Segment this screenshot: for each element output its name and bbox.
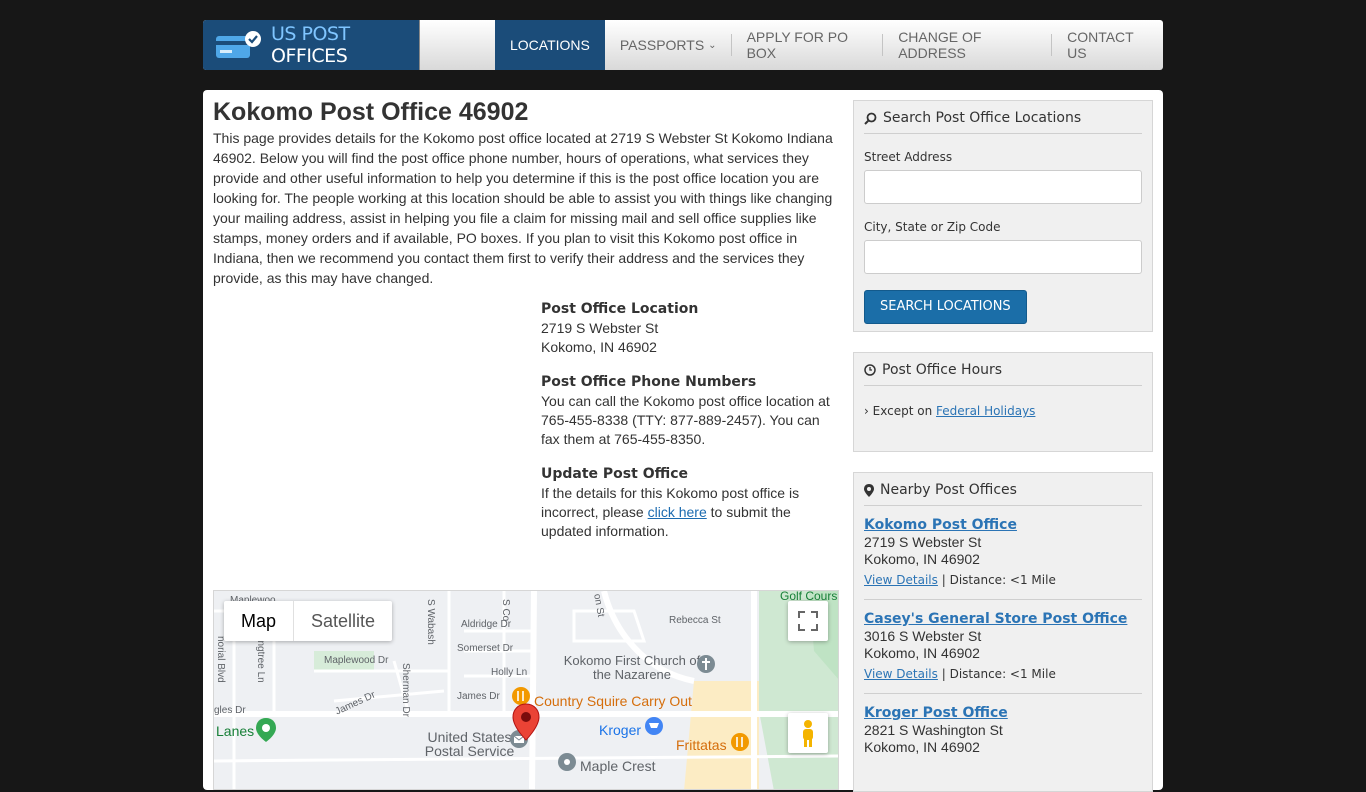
map-label-holly: Holly Ln (491, 667, 528, 678)
location-block: Post Office Location 2719 S Webster St K… (541, 300, 841, 357)
search-locations-button[interactable]: SEARCH LOCATIONS (864, 290, 1027, 324)
nearby-item-street: 2719 S Webster St (864, 534, 982, 550)
map-poi-church[interactable]: Kokomo First Church of the Nazarene (562, 654, 702, 682)
map-poi-kroger[interactable]: Kroger (599, 722, 641, 738)
nearby-item: Kokomo Post Office 2719 S Webster St Kok… (864, 506, 1142, 600)
google-map[interactable]: Maplewoo S Wabash S Co Aldridge Dr Somer… (213, 590, 839, 790)
map-poi-maple-crest[interactable]: Maple Crest (580, 758, 655, 774)
nearby-item-name[interactable]: Casey's General Store Post Office (864, 611, 1127, 627)
update-text: If the details for this Kokomo post offi… (541, 485, 800, 539)
update-block: Update Post Office If the details for th… (541, 465, 841, 541)
map-label-james-2: James Dr (457, 691, 500, 702)
hours-row: › Except on Federal Holidays (864, 404, 1036, 418)
nearby-item: Kroger Post Office 2821 S Washington St … (864, 694, 1142, 766)
nearby-widget-title: Nearby Post Offices (864, 473, 1142, 506)
post-office-info: Post Office Location 2719 S Webster St K… (541, 300, 841, 557)
nav-apply-po-box[interactable]: APPLY FOR PO BOX (732, 20, 884, 70)
map-poi-lanes[interactable]: Lanes (216, 723, 254, 739)
main-nav: LOCATIONS PASSPORTS ⌄ APPLY FOR PO BOX CH… (495, 20, 1163, 70)
nearby-item-street: 2821 S Washington St (864, 722, 1003, 738)
location-heading: Post Office Location (541, 301, 699, 317)
pegman-icon (803, 720, 813, 747)
update-heading: Update Post Office (541, 466, 689, 482)
nav-change-of-address[interactable]: CHANGE OF ADDRESS (883, 20, 1053, 70)
map-label-aldridge: Aldridge Dr (461, 619, 512, 630)
nearby-item: Casey's General Store Post Office 3016 S… (864, 600, 1142, 694)
map-label-wabash: S Wabash (425, 599, 436, 645)
map-type-control: Map Satellite (224, 601, 393, 641)
site-header: US POST OFFICES LOCATIONS PASSPORTS ⌄ APP… (203, 20, 1163, 70)
nearby-item-city: Kokomo, IN 46902 (864, 739, 980, 755)
intro-paragraph: This page provides details for the Kokom… (213, 130, 833, 286)
map-label-gles: gles Dr (214, 705, 246, 716)
nearby-item-distance: Distance: <1 Mile (949, 667, 1056, 681)
site-logo[interactable]: US POST OFFICES (203, 20, 420, 70)
credit-card-check-icon (215, 30, 261, 60)
click-here-link[interactable]: click here (648, 504, 707, 520)
page-title: Kokomo Post Office 46902 (213, 98, 529, 126)
map-marker-icon (864, 483, 874, 497)
location-city: Kokomo, IN 46902 (541, 339, 657, 355)
map-tab[interactable]: Map (224, 601, 295, 641)
search-icon (864, 112, 877, 125)
nearby-item-meta: View Details | Distance: <1 Mile (864, 667, 1056, 681)
map-label-rebecca: Rebecca St (669, 615, 721, 626)
nearby-item-name[interactable]: Kokomo Post Office (864, 517, 1017, 533)
search-widget: Search Post Office Locations Street Addr… (853, 100, 1153, 332)
logo-text: US POST OFFICES (271, 23, 350, 67)
clock-icon (864, 364, 876, 376)
nav-locations[interactable]: LOCATIONS (495, 20, 605, 70)
chevron-down-icon: ⌄ (708, 39, 717, 51)
chevron-right-icon: › (864, 404, 869, 418)
map-label-sherman: Sherman Dr (400, 663, 411, 717)
hours-widget-title: Post Office Hours (864, 353, 1142, 386)
nearby-widget: Nearby Post Offices Kokomo Post Office 2… (853, 472, 1153, 792)
map-label-lingtree: lingtree Ln (255, 636, 266, 683)
street-view-button[interactable] (788, 713, 828, 753)
phone-text: You can call the Kokomo post office loca… (541, 393, 830, 447)
nearby-item-name[interactable]: Kroger Post Office (864, 705, 1008, 721)
map-label-memorial: norial Blvd (215, 636, 226, 683)
map-label-maplewood-2: Maplewood Dr (324, 655, 389, 666)
location-street: 2719 S Webster St (541, 320, 659, 336)
map-label-s-co: S Co (500, 599, 511, 622)
view-details-link[interactable]: View Details (864, 667, 938, 681)
federal-holidays-link[interactable]: Federal Holidays (936, 404, 1035, 418)
nav-passports[interactable]: PASSPORTS ⌄ (605, 20, 732, 70)
map-poi-usps[interactable]: United States Postal Service (422, 730, 517, 758)
nearby-item-city: Kokomo, IN 46902 (864, 645, 980, 661)
map-poi-country-squire[interactable]: Country Squire Carry Out (534, 693, 692, 709)
phone-block: Post Office Phone Numbers You can call t… (541, 373, 841, 449)
satellite-tab[interactable]: Satellite (294, 601, 392, 641)
city-state-zip-input[interactable] (864, 240, 1142, 274)
view-details-link[interactable]: View Details (864, 573, 938, 587)
fullscreen-button[interactable] (788, 601, 828, 641)
nearby-item-meta: View Details | Distance: <1 Mile (864, 573, 1056, 587)
map-label-somerset: Somerset Dr (457, 643, 514, 654)
nearby-item-city: Kokomo, IN 46902 (864, 551, 980, 567)
search-widget-title: Search Post Office Locations (864, 101, 1142, 134)
street-address-label: Street Address (864, 150, 953, 164)
fullscreen-icon (798, 611, 818, 631)
nearby-item-distance: Distance: <1 Mile (949, 573, 1056, 587)
map-poi-frittatas[interactable]: Frittatas (676, 737, 727, 753)
phone-heading: Post Office Phone Numbers (541, 374, 757, 390)
nearby-item-street: 3016 S Webster St (864, 628, 982, 644)
street-address-input[interactable] (864, 170, 1142, 204)
hours-widget: Post Office Hours › Except on Federal Ho… (853, 352, 1153, 452)
city-state-zip-label: City, State or Zip Code (864, 220, 1001, 234)
main-content: Kokomo Post Office 46902 This page provi… (203, 90, 1163, 792)
nav-contact-us[interactable]: CONTACT US (1052, 20, 1163, 70)
